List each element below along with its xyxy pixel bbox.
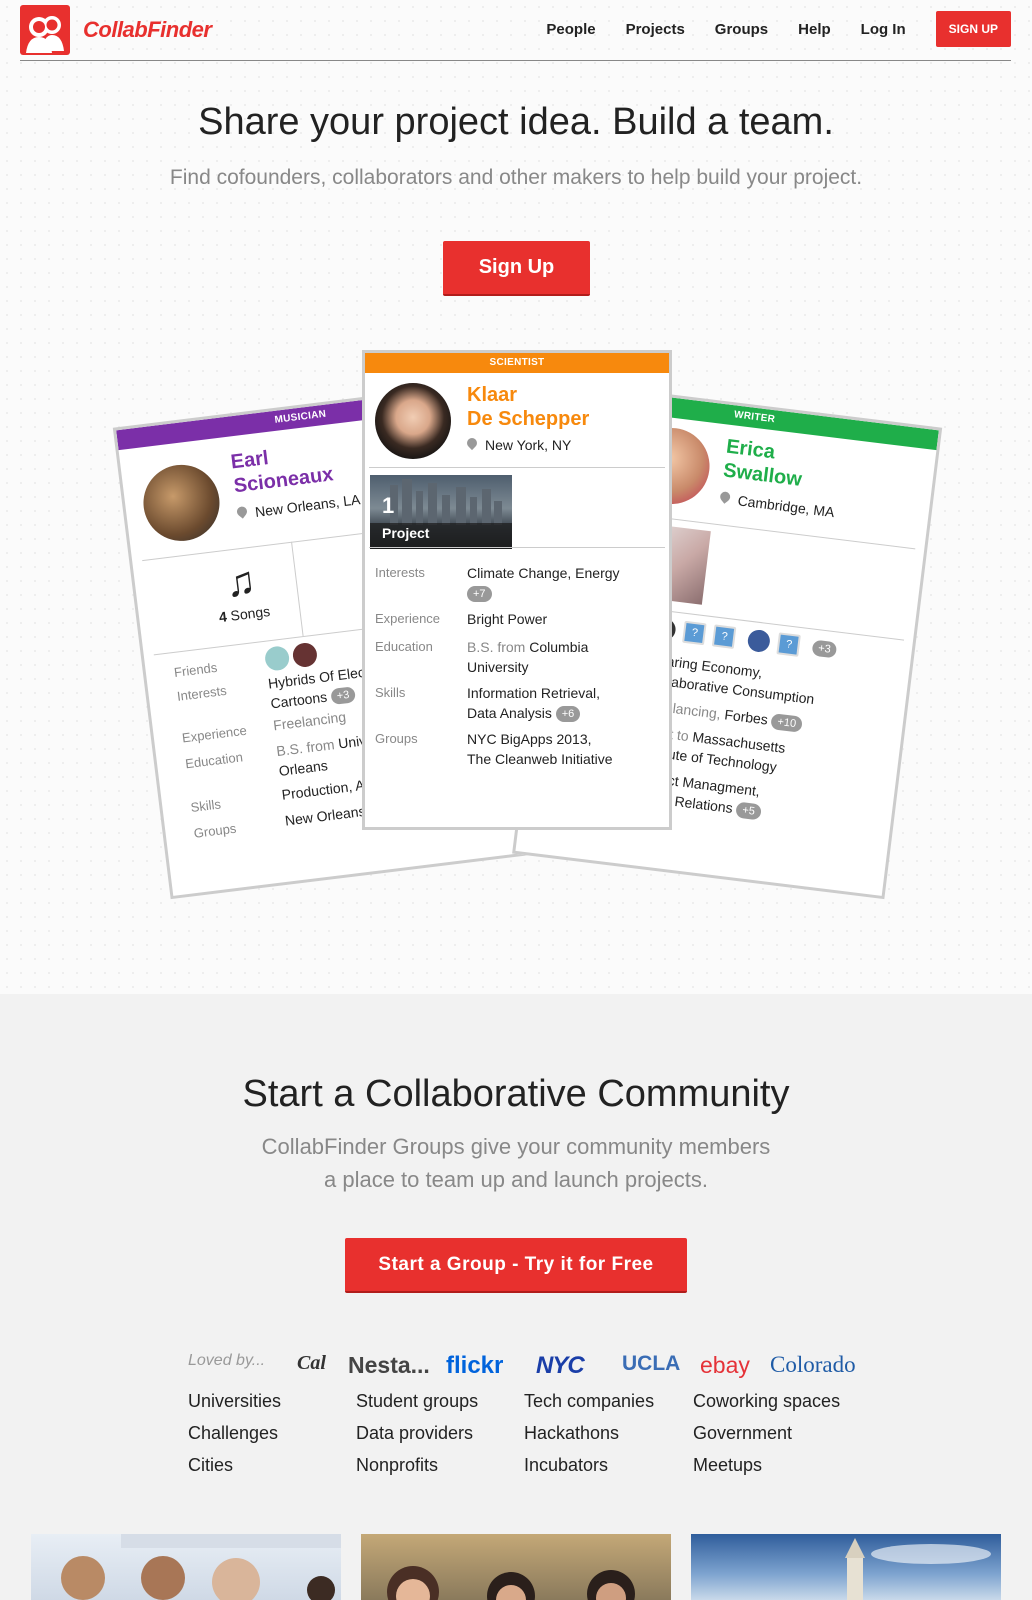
- label-experience: Experience: [181, 722, 248, 746]
- card-role-band: SCIENTIST: [365, 353, 669, 373]
- project-count: 1: [382, 493, 395, 518]
- category-nonprofits[interactable]: Nonprofits: [356, 1455, 438, 1476]
- more-badge[interactable]: +10: [770, 713, 803, 734]
- community-subtitle: CollabFinder Groups give your community …: [261, 1134, 771, 1192]
- community-title: Start a Collaborative Community: [242, 1073, 790, 1115]
- category-meetups[interactable]: Meetups: [693, 1455, 762, 1476]
- photo-campus-tower[interactable]: [691, 1534, 1001, 1600]
- songs-label: Songs: [229, 602, 271, 624]
- card-last-name: De Schepper: [467, 408, 590, 430]
- nav-people[interactable]: People: [546, 21, 595, 38]
- nav-help[interactable]: Help: [798, 21, 831, 38]
- label-groups: Groups: [192, 820, 238, 841]
- category-student-groups[interactable]: Student groups: [356, 1391, 478, 1412]
- category-universities[interactable]: Universities: [188, 1391, 281, 1412]
- nav-login[interactable]: Log In: [861, 21, 906, 38]
- value-skills: Information Retrieval, Data Analysis +6: [467, 685, 601, 723]
- main-nav: People Projects Groups Help Log In SIGN …: [546, 11, 1011, 47]
- photo-workshop[interactable]: [361, 1534, 671, 1600]
- site-header: CollabFinder People Projects Groups Help…: [20, 0, 1011, 61]
- category-coworking-spaces[interactable]: Coworking spaces: [693, 1391, 840, 1412]
- profile-card-scientist[interactable]: SCIENTIST Klaar De Schepper New York, NY…: [362, 350, 672, 830]
- card-location-text: New York, NY: [485, 437, 572, 453]
- label-friends: Friends: [173, 659, 219, 680]
- more-badge[interactable]: +5: [735, 801, 762, 821]
- label-groups: Groups: [375, 731, 418, 746]
- brand-ebay-logo: ebay: [700, 1352, 750, 1378]
- project-thumbnail[interactable]: 1 Project: [370, 475, 512, 549]
- label-education: Education: [184, 749, 244, 772]
- hero-subtitle: Find cofounders, collaborators and other…: [169, 166, 863, 189]
- category-challenges[interactable]: Challenges: [188, 1423, 278, 1444]
- hero-title: Share your project idea. Build a team.: [198, 101, 834, 143]
- start-group-button[interactable]: Start a Group - Try it for Free: [345, 1238, 687, 1293]
- brand-nyc-logo: NYC: [536, 1352, 585, 1379]
- label-skills: Skills: [375, 685, 406, 700]
- value-groups: NYC BigApps 2013, The Cleanweb Initiativ…: [467, 731, 613, 767]
- label-experience: Experience: [375, 611, 441, 626]
- value-experience: Bright Power: [467, 611, 548, 627]
- brand-ucla-logo: UCLA: [622, 1352, 681, 1375]
- card-location-text: New Orleans, LA: [254, 491, 362, 520]
- logo[interactable]: CollabFinder: [20, 5, 212, 55]
- loved-by-label: Loved by...: [188, 1352, 266, 1369]
- avatar: [375, 383, 451, 459]
- card-location: New York, NY: [464, 435, 572, 453]
- brand-cal-logo: Cal: [297, 1352, 326, 1374]
- more-badge[interactable]: +3: [811, 639, 838, 659]
- pin-icon: [464, 435, 480, 451]
- avatar: [139, 460, 224, 546]
- value-education: B.S. from Columbia University: [467, 639, 589, 675]
- logo-icon: [20, 5, 70, 55]
- value-interests: Climate Change, Energy +7: [467, 565, 620, 603]
- label-skills: Skills: [189, 796, 222, 815]
- nav-groups[interactable]: Groups: [715, 21, 768, 38]
- pin-icon: [718, 489, 733, 504]
- more-badge[interactable]: +3: [330, 686, 357, 706]
- hero-signup-button[interactable]: Sign Up: [443, 241, 590, 296]
- songs-count: 4: [217, 608, 228, 626]
- brand-colorado-logo: Colorado: [770, 1352, 856, 1377]
- logo-text: CollabFinder: [83, 17, 212, 42]
- card-location-text: Cambridge, MA: [736, 492, 836, 521]
- category-incubators[interactable]: Incubators: [524, 1455, 608, 1476]
- card-first-name: Klaar: [467, 384, 518, 406]
- category-cities[interactable]: Cities: [188, 1455, 233, 1476]
- label-interests: Interests: [375, 565, 425, 580]
- more-badge[interactable]: +6: [555, 706, 581, 723]
- category-hackathons[interactable]: Hackathons: [524, 1423, 619, 1444]
- category-data-providers[interactable]: Data providers: [356, 1423, 473, 1444]
- nav-projects[interactable]: Projects: [626, 21, 685, 38]
- label-education: Education: [375, 639, 433, 654]
- category-government[interactable]: Government: [693, 1423, 792, 1444]
- brand-nesta-logo: Nesta...: [348, 1352, 430, 1378]
- card-location: Cambridge, MA: [718, 489, 836, 521]
- songs-stat[interactable]: ♫ 4 Songs: [193, 553, 290, 627]
- pin-icon: [234, 504, 249, 519]
- header-signup-button[interactable]: SIGN UP: [935, 11, 1011, 47]
- photo-event-nyc[interactable]: [31, 1534, 341, 1600]
- label-interests: Interests: [176, 682, 228, 704]
- category-tech-companies[interactable]: Tech companies: [524, 1391, 654, 1412]
- more-badge[interactable]: +7: [467, 586, 492, 603]
- brand-flickr-logo: flickr: [446, 1352, 504, 1379]
- project-label: Project: [382, 525, 430, 541]
